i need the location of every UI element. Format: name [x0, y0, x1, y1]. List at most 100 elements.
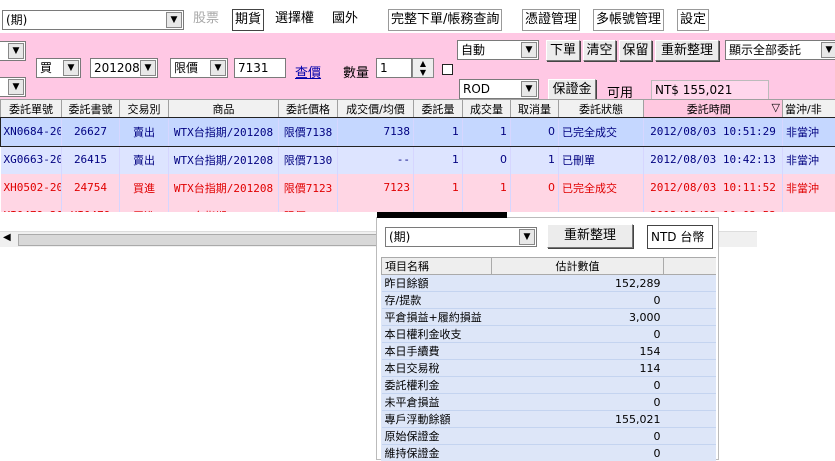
item-name: 本日權利金收支 — [382, 326, 492, 343]
confirm-checkbox[interactable] — [442, 64, 453, 75]
scroll-left-icon[interactable]: ◀ — [3, 232, 11, 243]
keep-button[interactable]: 保留 — [619, 40, 652, 61]
item-name: 原始保證金 — [382, 428, 492, 445]
cell-price: 限價7130 — [279, 146, 338, 174]
query-price-link[interactable]: 查價 — [295, 62, 321, 81]
cell-product: WTX台指期/201208 — [169, 146, 279, 174]
cell-qty — [414, 202, 463, 213]
multi-account-button[interactable]: 多帳號管理 — [593, 9, 664, 31]
deposit-button[interactable]: 保證金 — [548, 79, 596, 100]
cell-time: 2012/08/03 10:03:53 — [644, 202, 783, 213]
product-dropdown[interactable]: ▼ — [0, 41, 26, 61]
contract-dropdown[interactable]: ▼ — [0, 77, 26, 97]
chevron-down-icon: ▼ — [166, 12, 182, 28]
quantity-input[interactable]: 1 — [376, 58, 412, 78]
chevron-down-icon: ▼ — [519, 229, 535, 245]
tif-select[interactable]: ROD ▼ — [459, 79, 539, 99]
price-type-select[interactable]: 限價 ▼ — [170, 58, 228, 78]
list-item: 昨日餘額152,289 — [382, 275, 717, 292]
account-dropdown[interactable]: (期) ▼ — [2, 10, 184, 30]
col-product[interactable]: 商品 — [169, 100, 279, 118]
col-time-label: 委託時間 — [687, 103, 731, 116]
item-value: 0 — [492, 377, 664, 394]
chevron-down-icon: ▼ — [63, 60, 79, 76]
cell-filled: 0 — [463, 146, 511, 174]
clear-button[interactable]: 清空 — [583, 40, 616, 61]
col-item-name: 項目名稱 — [382, 258, 492, 275]
cell-cancelled: 0 — [511, 118, 559, 146]
item-value: 155,021 — [492, 411, 664, 428]
col-price[interactable]: 委託價格 — [279, 100, 338, 118]
tab-futures[interactable]: 期貨 — [232, 9, 264, 31]
col-book-no[interactable]: 委託書號 — [62, 100, 120, 118]
order-filter-select[interactable]: 顯示全部委託 ▼ — [725, 40, 835, 60]
list-item: 未平倉損益0 — [382, 394, 717, 411]
cell-book-no: 26627 — [62, 118, 120, 146]
item-name: 未平倉損益 — [382, 394, 492, 411]
chevron-down-icon: ▼ — [8, 79, 24, 95]
table-row[interactable]: XG0663-2026415賣出WTX台指期/201208限價7130--101… — [1, 146, 835, 174]
tab-stock[interactable]: 股票 — [191, 9, 221, 31]
table-row[interactable]: XI0479-20XI0479買進WTX台指期/201208限價71462012… — [1, 202, 835, 213]
cell-daytrade: 非當沖 — [783, 174, 835, 202]
submit-order-button[interactable]: 下單 — [546, 40, 580, 61]
item-value: 114 — [492, 360, 664, 377]
sort-desc-icon: ▽ — [772, 101, 780, 114]
table-row[interactable]: XN0684-2026627賣出WTX台指期/201208限價713871381… — [1, 118, 835, 146]
cell-product: WTX台指期/201208 — [169, 118, 279, 146]
panel-refresh-button[interactable]: 重新整理 — [547, 224, 633, 248]
auto-select[interactable]: 自動 ▼ — [457, 40, 539, 60]
orders-table: 委託單號 委託書號 交易別 商品 委託價格 成交價/均價 委託量 成交量 取消量… — [0, 99, 835, 212]
col-daytrade[interactable]: 當沖/非 — [783, 100, 835, 118]
cell-cancelled: 1 — [511, 146, 559, 174]
available-value: NT$ 155,021 — [651, 80, 769, 100]
chevron-down-icon: ▼ — [521, 42, 537, 58]
chevron-down-icon: ▼ — [210, 60, 226, 76]
item-value: 154 — [492, 343, 664, 360]
quantity-stepper[interactable]: ▲▼ — [412, 58, 434, 78]
chevron-down-icon: ▼ — [821, 42, 835, 58]
side-select[interactable]: 買 ▼ — [36, 58, 81, 78]
cell-price: 限價7138 — [279, 118, 338, 146]
cell-cancelled — [511, 202, 559, 213]
summary-table-wrap: 項目名稱 估計數值 昨日餘額152,289存/提款0平倉損益+履約損益3,000… — [381, 257, 716, 461]
col-filled[interactable]: 成交量 — [463, 100, 511, 118]
item-value: 152,289 — [492, 275, 664, 292]
month-select-value: 201208 — [94, 61, 140, 75]
cell-side: 買進 — [120, 174, 169, 202]
tab-foreign[interactable]: 國外 — [330, 9, 360, 31]
full-order-query-button[interactable]: 完整下單/帳務查詢 — [388, 9, 502, 31]
month-select[interactable]: 201208 ▼ — [90, 58, 158, 78]
cell-status: 已完全成交 — [559, 174, 644, 202]
col-order-no[interactable]: 委託單號 — [1, 100, 62, 118]
item-spacer — [664, 394, 717, 411]
col-status[interactable]: 委託狀態 — [559, 100, 644, 118]
cell-side: 賣出 — [120, 118, 169, 146]
settings-button[interactable]: 設定 — [677, 9, 709, 31]
col-qty[interactable]: 委託量 — [414, 100, 463, 118]
refresh-button[interactable]: 重新整理 — [655, 40, 719, 61]
cell-daytrade: 非當沖 — [783, 118, 835, 146]
currency-select[interactable]: NTD 台幣 — [647, 225, 713, 249]
price-type-select-value: 限價 — [174, 61, 198, 75]
account-dropdown-value: (期) — [6, 13, 27, 27]
item-name: 本日交易稅 — [382, 360, 492, 377]
col-fill-price[interactable]: 成交價/均價 — [338, 100, 414, 118]
item-spacer — [664, 428, 717, 445]
col-side[interactable]: 交易別 — [120, 100, 169, 118]
col-cancelled[interactable]: 取消量 — [511, 100, 559, 118]
list-item: 專戶浮動餘額155,021 — [382, 411, 717, 428]
cell-time: 2012/08/03 10:11:52 — [644, 174, 783, 202]
tab-options[interactable]: 選擇權 — [273, 9, 316, 31]
cell-side: 賣出 — [120, 146, 169, 174]
certificate-management-button[interactable]: 憑證管理 — [522, 9, 580, 31]
item-name: 本日手續費 — [382, 343, 492, 360]
panel-account-dropdown[interactable]: (期) ▼ — [385, 227, 537, 247]
table-row[interactable]: XH0502-2024754買進WTX台指期/201208限價712371231… — [1, 174, 835, 202]
col-time[interactable]: 委託時間 ▽ — [644, 100, 783, 118]
cell-qty: 1 — [414, 118, 463, 146]
list-item: 存/提款0 — [382, 292, 717, 309]
price-input[interactable]: 7131 — [234, 58, 286, 78]
item-spacer — [664, 275, 717, 292]
tif-select-value: ROD — [463, 82, 490, 96]
